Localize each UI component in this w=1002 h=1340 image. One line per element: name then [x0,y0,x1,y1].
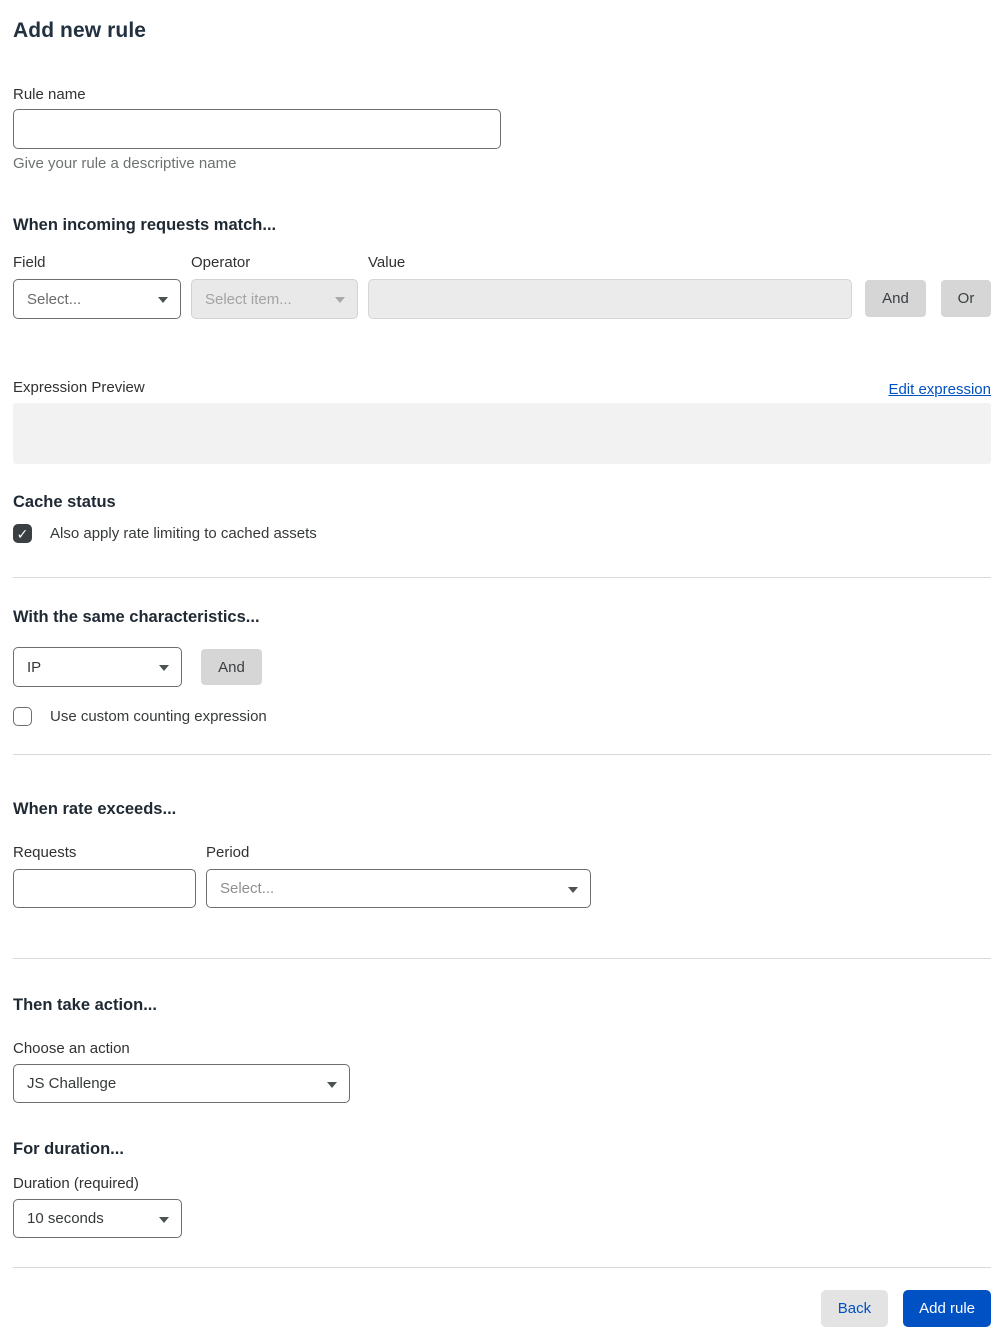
expression-preview-label: Expression Preview [13,379,145,396]
add-rule-button[interactable]: Add rule [903,1290,991,1327]
duration-heading: For duration... [13,1140,124,1158]
match-section-heading: When incoming requests match... [13,216,277,234]
requests-column: Requests [13,843,196,908]
period-column: Period Select... [206,843,591,908]
page-title: Add new rule [13,19,147,42]
value-label: Value [368,254,406,271]
duration-select[interactable]: 10 seconds [13,1199,182,1238]
rule-name-helper: Give your rule a descriptive name [13,155,237,172]
characteristics-row: IP And [13,647,991,687]
chevron-down-icon [335,297,345,303]
duration-select-value: 10 seconds [27,1210,104,1227]
field-label: Field [13,254,46,271]
action-heading: Then take action... [13,996,157,1014]
chevron-down-icon [159,1216,169,1223]
cache-status-heading: Cache status [13,493,116,511]
section-divider [13,754,991,755]
footer-actions: Back Add rule [13,1290,991,1327]
operator-select: Select item... [191,279,358,319]
period-select[interactable]: Select... [206,869,591,908]
cache-checkbox-row[interactable]: ✓ Also apply rate limiting to cached ass… [13,524,991,543]
rate-row: Requests Period Select... [13,843,991,908]
action-select-value: JS Challenge [27,1075,117,1092]
value-column: Value [368,253,852,319]
and-button[interactable]: And [865,280,926,317]
chevron-down-icon [327,1081,337,1088]
expression-preview-header: Expression Preview Edit expression [13,378,991,398]
action-select[interactable]: JS Challenge [13,1064,350,1103]
period-select-value: Select... [220,880,275,897]
rule-name-input[interactable] [13,109,501,149]
section-divider [13,958,991,959]
counting-expression-row[interactable]: Use custom counting expression [13,707,991,726]
add-rule-form: Add new rule Rule name Give your rule a … [0,0,1002,1340]
cached-assets-checkbox[interactable]: ✓ [13,524,32,543]
edit-expression-link[interactable]: Edit expression [888,381,991,398]
rate-heading: When rate exceeds... [13,800,177,818]
field-column: Field Select... [13,253,181,319]
checkmark-icon: ✓ [16,525,29,542]
chevron-down-icon [568,886,578,893]
chevron-down-icon [159,665,169,671]
duration-label: Duration (required) [13,1175,139,1192]
requests-input[interactable] [13,869,196,908]
or-button[interactable]: Or [941,280,991,317]
period-label: Period [206,844,250,861]
characteristics-heading: With the same characteristics... [13,608,260,626]
characteristic-select[interactable]: IP [13,647,182,687]
value-input [368,279,852,319]
requests-label: Requests [13,844,77,861]
expression-preview-box [13,403,991,464]
chevron-down-icon [158,297,168,303]
counting-expression-label: Use custom counting expression [50,708,267,725]
characteristics-and-button[interactable]: And [201,649,262,685]
section-divider [13,577,991,578]
cached-assets-checkbox-label: Also apply rate limiting to cached asset… [50,525,317,542]
rule-name-label: Rule name [13,86,86,103]
rule-name-group: Rule name Give your rule a descriptive n… [13,85,501,173]
match-expression-row: Field Select... Operator Select item... … [13,253,991,319]
choose-action-label: Choose an action [13,1040,130,1057]
field-select[interactable]: Select... [13,279,181,319]
counting-expression-checkbox[interactable] [13,707,32,726]
characteristic-select-value: IP [27,658,42,676]
footer-divider [13,1267,991,1268]
operator-label: Operator [191,254,251,271]
operator-select-value: Select item... [205,290,292,308]
back-button[interactable]: Back [820,1290,889,1327]
field-select-value: Select... [27,290,82,308]
operator-column: Operator Select item... [191,253,358,319]
